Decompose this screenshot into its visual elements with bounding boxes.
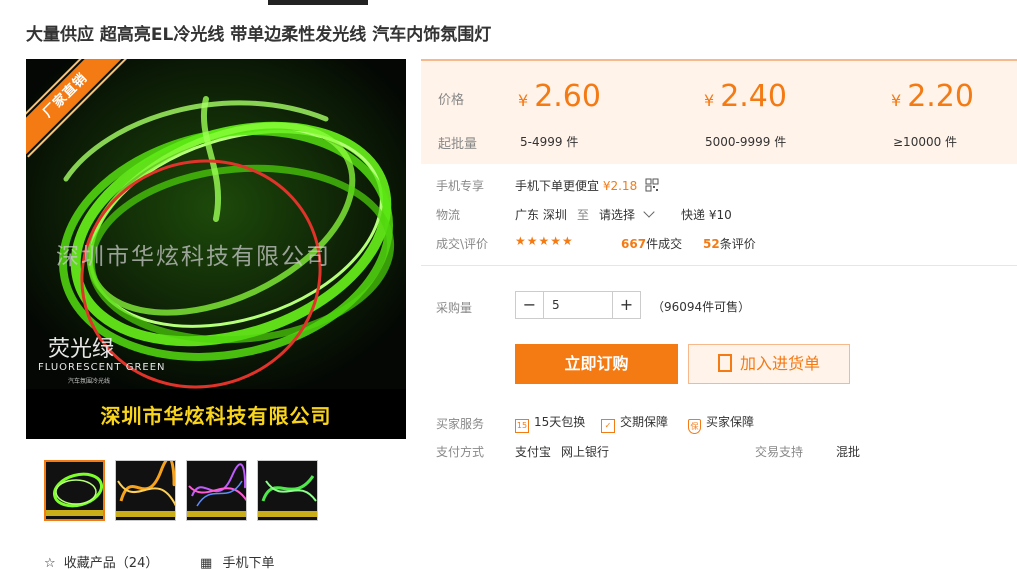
qr-code-icon: ▦ — [200, 556, 213, 570]
trade-support-label: 交易支持 — [755, 445, 804, 459]
qty-label: 起批量 — [438, 137, 478, 152]
payment-online-bank: 网上银行 — [561, 445, 610, 459]
payment-alipay: 支付宝 — [515, 445, 552, 459]
price-panel: 价格 起批量 ¥2.60 ¥2.40 ¥2.20 5-4999 件 5000-9… — [421, 59, 1017, 164]
trade-support-value: 混批 — [836, 445, 861, 459]
chevron-down-icon — [643, 206, 655, 218]
qty-tier-2: 5000-9999 件 — [705, 135, 787, 149]
decrement-button[interactable]: − — [516, 292, 543, 318]
logistics-to: 至 — [577, 208, 590, 222]
star-outline-icon: ☆ — [44, 556, 56, 570]
buy-now-button[interactable]: 立即订购 — [515, 344, 678, 384]
section-divider — [421, 265, 1017, 266]
deals-count: 667 — [621, 237, 647, 251]
service-15-day-exchange[interactable]: 15 15天包换 — [515, 413, 585, 433]
qr-code-icon — [645, 178, 659, 192]
thumbnail-purple[interactable] — [186, 460, 247, 521]
deals-link[interactable]: 667件成交 — [621, 235, 682, 252]
review-count: 52 — [703, 237, 720, 251]
product-title: 大量供应 超高亮EL冷光线 带单边柔性发光线 汽车内饰氛围灯 — [26, 25, 492, 45]
stock-available: （96094件可售） — [652, 300, 751, 314]
service-delivery-guarantee[interactable]: ✓ 交期保障 — [601, 413, 668, 433]
mobile-order-link[interactable]: ▦ 手机下单 — [200, 552, 274, 570]
color-name-sub: 汽车氛围冷光线 — [68, 378, 111, 385]
top-tab-indicator — [268, 0, 368, 5]
price-label: 价格 — [438, 93, 465, 108]
clock-check-icon: ✓ — [601, 419, 615, 433]
deals-text: 件成交 — [646, 237, 683, 251]
shield-icon: 保 — [688, 419, 701, 434]
company-banner-text: 深圳市华炫科技有限公司 — [100, 404, 332, 428]
destination-select-label: 请选择 — [599, 208, 636, 222]
thumbnail-orange[interactable] — [115, 460, 176, 521]
main-product-image[interactable]: 厂家直销 深圳市华炫科技有限公司 荧光绿 FLUORESCENT GREEN 汽… — [26, 59, 406, 439]
mobile-exclusive-value[interactable]: 手机下单更便宜 ¥2.18 — [515, 177, 659, 194]
mobile-price: ¥2.18 — [602, 179, 638, 193]
add-to-cart-button[interactable]: 加入进货单 — [688, 344, 850, 384]
thumbnail-green-2[interactable] — [257, 460, 318, 521]
price-tier-1: ¥2.60 — [518, 79, 601, 114]
qty-tier-1: 5-4999 件 — [520, 135, 579, 149]
color-name: 荧光绿 — [48, 337, 115, 362]
rating-stars-icon: ★★★★★ — [515, 234, 574, 248]
purchase-qty-label: 采购量 — [436, 301, 473, 315]
express-fee: 快递 ¥10 — [681, 208, 732, 222]
thumbnail-strip — [44, 460, 318, 521]
image-watermark: 深圳市华炫科技有限公司 — [56, 244, 331, 270]
logistics-label: 物流 — [436, 208, 461, 222]
mobile-exclusive-label: 手机专享 — [436, 179, 485, 193]
payment-label: 支付方式 — [436, 445, 485, 459]
price-tier-2: ¥2.40 — [704, 79, 787, 114]
order-list-icon — [717, 354, 732, 372]
mobile-exclusive-text: 手机下单更便宜 — [515, 179, 600, 193]
review-text: 条评价 — [719, 237, 756, 251]
qty-tier-3: ≥10000 件 — [893, 135, 958, 149]
buyer-services-label: 买家服务 — [436, 417, 485, 431]
favorite-link[interactable]: ☆ 收藏产品（24） — [44, 552, 162, 570]
color-name-en: FLUORESCENT GREEN — [38, 362, 166, 373]
quantity-input[interactable]: 5 — [543, 292, 613, 318]
favorite-label: 收藏产品（24） — [63, 556, 159, 570]
thumbnail-green[interactable] — [44, 460, 105, 521]
add-to-cart-label: 加入进货单 — [739, 354, 820, 373]
mobile-order-label: 手机下单 — [222, 556, 275, 570]
calendar-15-icon: 15 — [515, 419, 529, 433]
increment-button[interactable]: + — [613, 292, 640, 318]
quantity-stepper: − 5 + — [515, 291, 641, 319]
price-tier-3: ¥2.20 — [891, 79, 974, 114]
reviews-link[interactable]: 52条评价 — [703, 235, 756, 252]
destination-select[interactable]: 请选择 — [599, 206, 655, 223]
reviews-label: 成交\评价 — [436, 237, 489, 251]
service-buyer-protection[interactable]: 保买家保障 — [688, 413, 754, 434]
logistics-origin: 广东 深圳 — [515, 208, 567, 222]
